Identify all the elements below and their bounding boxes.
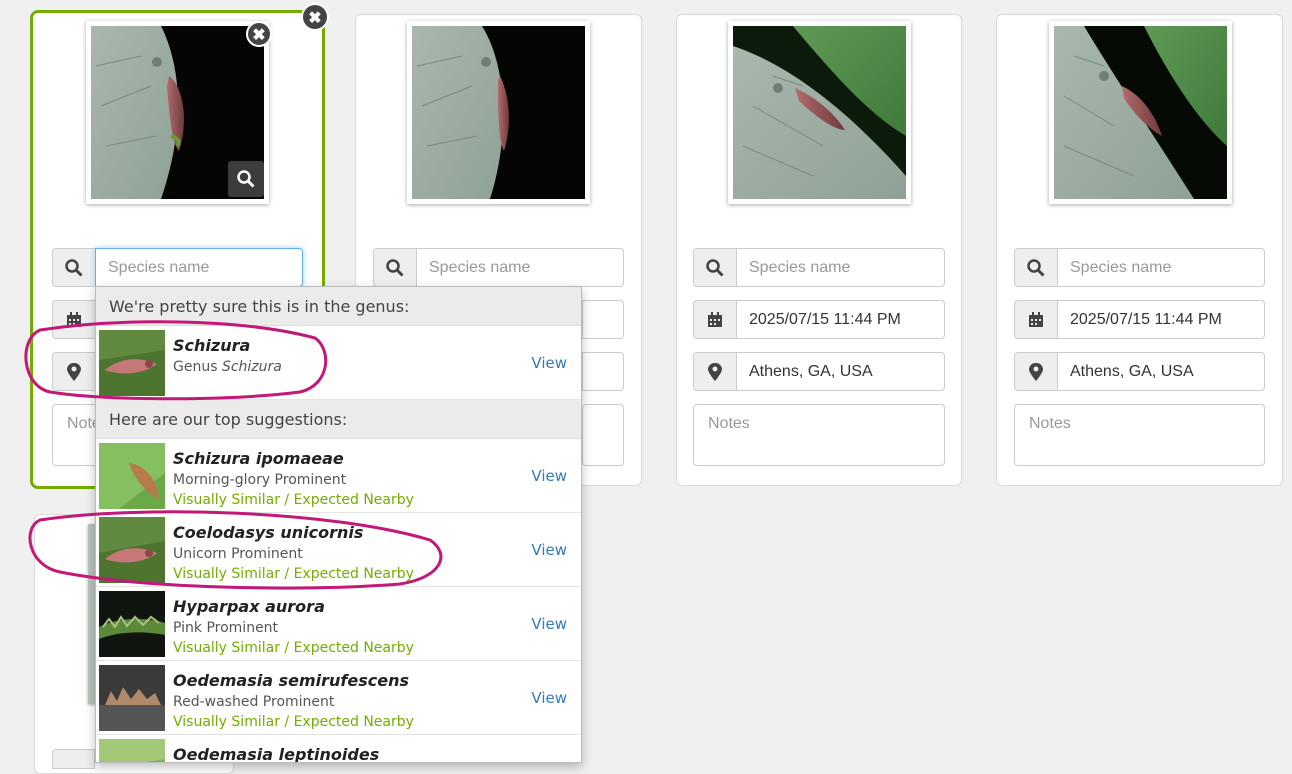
caterpillar-photo xyxy=(412,26,585,199)
taxon-scientific-name: Oedemasia semirufescens xyxy=(173,671,409,690)
view-link[interactable]: View xyxy=(531,354,567,372)
species-field-3: Species name xyxy=(693,248,945,287)
search-icon xyxy=(706,258,724,277)
taxon-scientific-name: Schizura xyxy=(173,336,251,355)
suggestion-item[interactable]: Hyparpax aurora Pink Prominent Visually … xyxy=(96,587,581,661)
suggestion-item[interactable]: Coelodasys unicornis Unicorn Prominent V… xyxy=(96,513,581,587)
taxon-photo xyxy=(99,665,165,731)
taxon-scientific-name: Hyparpax aurora xyxy=(173,597,325,616)
species-field-2: Species name xyxy=(373,248,624,287)
location-addon[interactable] xyxy=(693,352,736,391)
calendar-icon xyxy=(67,311,81,327)
location-addon[interactable] xyxy=(1014,352,1057,391)
location-field-2 xyxy=(582,352,624,391)
species-suggestions-dropdown: We're pretty sure this is in the genus: … xyxy=(95,286,582,763)
species-name-input[interactable]: Species name xyxy=(736,248,945,287)
map-marker-icon xyxy=(708,362,722,381)
photo-thumbnail-1[interactable] xyxy=(86,21,269,204)
species-field-4: Species name xyxy=(1014,248,1265,287)
species-name-input[interactable]: Species name xyxy=(95,248,303,287)
notes-field-3[interactable]: Notes xyxy=(693,404,945,466)
caterpillar-photo xyxy=(1054,26,1227,199)
date-input[interactable]: 2025/07/15 11:44 PM xyxy=(1057,300,1265,339)
taxon-photo xyxy=(99,517,165,583)
caterpillar-photo xyxy=(733,26,906,199)
location-field-4: Athens, GA, USA xyxy=(1014,352,1265,391)
date-field-4: 2025/07/15 11:44 PM xyxy=(1014,300,1265,339)
taxon-common-name: Red-washed Prominent xyxy=(173,694,335,710)
location-input[interactable]: Athens, GA, USA xyxy=(1057,352,1265,391)
close-icon: ✖ xyxy=(252,27,266,44)
location-addon[interactable] xyxy=(52,352,95,391)
suggestion-reason: Visually Similar / Expected Nearby xyxy=(173,714,414,730)
date-addon[interactable] xyxy=(1014,300,1057,339)
date-field-3: 2025/07/15 11:44 PM xyxy=(693,300,945,339)
remove-observation-button[interactable]: ✖ xyxy=(301,3,329,31)
notes-field-4[interactable]: Notes xyxy=(1014,404,1265,466)
date-addon[interactable] xyxy=(693,300,736,339)
species-name-input[interactable]: Species name xyxy=(416,248,624,287)
date-addon[interactable] xyxy=(52,300,95,339)
calendar-icon xyxy=(708,311,722,327)
suggestions-header: Here are our top suggestions: xyxy=(96,400,581,439)
location-field-3: Athens, GA, USA xyxy=(693,352,945,391)
notes-field-2[interactable] xyxy=(582,404,624,466)
remove-photo-button[interactable]: ✖ xyxy=(246,21,272,47)
species-field-1: Species name xyxy=(52,248,303,287)
map-marker-icon xyxy=(1029,362,1043,381)
close-icon: ✖ xyxy=(308,10,322,27)
date-input[interactable]: 2025/07/15 11:44 PM xyxy=(736,300,945,339)
view-link[interactable]: View xyxy=(531,615,567,633)
species-name-input[interactable]: Species name xyxy=(1057,248,1265,287)
suggestion-reason: Visually Similar / Expected Nearby xyxy=(173,566,414,582)
view-link[interactable]: View xyxy=(531,689,567,707)
location-input[interactable] xyxy=(582,352,624,391)
calendar-icon xyxy=(1029,311,1043,327)
species-search-addon[interactable] xyxy=(1014,248,1057,287)
date-field-2 xyxy=(582,300,624,339)
view-link[interactable]: View xyxy=(531,541,567,559)
search-icon xyxy=(65,258,83,277)
map-marker-icon xyxy=(67,362,81,381)
species-search-addon[interactable] xyxy=(52,248,95,287)
taxon-photo xyxy=(99,330,165,396)
location-input[interactable]: Athens, GA, USA xyxy=(736,352,945,391)
genus-header: We're pretty sure this is in the genus: xyxy=(96,287,581,326)
suggestion-item[interactable]: Oedemasia semirufescens Red-washed Promi… xyxy=(96,661,581,735)
taxon-photo xyxy=(99,739,165,762)
suggestion-reason: Visually Similar / Expected Nearby xyxy=(173,492,414,508)
taxon-common-name: Genus Schizura xyxy=(173,359,282,375)
search-icon xyxy=(386,258,404,277)
taxon-photo xyxy=(99,591,165,657)
suggestion-item[interactable]: Schizura ipomaeae Morning-glory Prominen… xyxy=(96,439,581,513)
taxon-photo xyxy=(99,443,165,509)
photo-thumbnail-3[interactable] xyxy=(728,21,911,204)
taxon-common-name: Unicorn Prominent xyxy=(173,546,303,562)
view-link[interactable]: View xyxy=(531,467,567,485)
notes-placeholder: Notes xyxy=(1029,415,1071,432)
notes-placeholder: Notes xyxy=(708,415,750,432)
taxon-scientific-name: Schizura ipomaeae xyxy=(173,449,344,468)
search-icon xyxy=(237,170,255,188)
photo-thumbnail-4[interactable] xyxy=(1049,21,1232,204)
zoom-button[interactable] xyxy=(228,161,264,197)
taxon-scientific-name: Oedemasia leptinoides xyxy=(173,745,380,763)
taxon-common-name: Morning-glory Prominent xyxy=(173,472,347,488)
search-addon-5[interactable] xyxy=(52,749,95,769)
photo-thumbnail-2[interactable] xyxy=(407,21,590,204)
suggestion-item[interactable]: Oedemasia leptinoides xyxy=(96,735,581,763)
suggestion-genus-schizura[interactable]: Schizura Genus Schizura View xyxy=(96,326,581,400)
species-search-addon[interactable] xyxy=(693,248,736,287)
species-search-addon[interactable] xyxy=(373,248,416,287)
taxon-common-name: Pink Prominent xyxy=(173,620,279,636)
taxon-scientific-name: Coelodasys unicornis xyxy=(173,523,364,542)
date-input[interactable] xyxy=(582,300,624,339)
suggestion-reason: Visually Similar / Expected Nearby xyxy=(173,640,414,656)
search-icon xyxy=(1027,258,1045,277)
